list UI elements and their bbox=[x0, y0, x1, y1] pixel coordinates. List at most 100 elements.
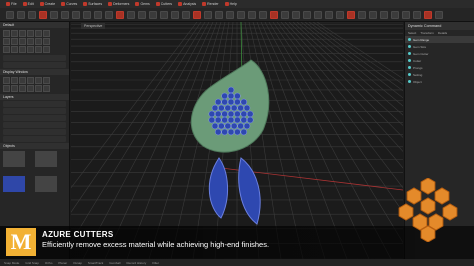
toolbar-button[interactable] bbox=[314, 10, 322, 19]
toolbar-button[interactable] bbox=[50, 10, 58, 19]
object-list-item[interactable]: Gem Cutter bbox=[405, 50, 474, 57]
round-gem[interactable] bbox=[227, 116, 235, 124]
round-gem[interactable] bbox=[230, 104, 238, 112]
toolbar-button[interactable] bbox=[94, 10, 102, 19]
round-gem[interactable] bbox=[240, 110, 248, 118]
round-gem[interactable] bbox=[227, 128, 235, 136]
round-gem[interactable] bbox=[221, 98, 228, 106]
toolbar-button[interactable] bbox=[391, 10, 399, 19]
round-gem[interactable] bbox=[246, 110, 254, 118]
menu-item[interactable]: Edit bbox=[21, 2, 36, 6]
toolbar-button[interactable] bbox=[336, 10, 344, 19]
toolbar-button[interactable] bbox=[72, 10, 80, 19]
object-list-item[interactable]: Setting bbox=[405, 71, 474, 78]
toolbar-button[interactable] bbox=[28, 10, 36, 19]
toolbar-button[interactable] bbox=[138, 10, 146, 19]
menu-item[interactable]: Deformers bbox=[106, 2, 131, 6]
round-gem[interactable] bbox=[218, 104, 225, 112]
round-gem[interactable] bbox=[221, 110, 228, 118]
menu-item[interactable]: Help bbox=[223, 2, 239, 6]
round-gem[interactable] bbox=[221, 116, 228, 124]
status-toggle[interactable]: Snap Mode bbox=[4, 261, 19, 265]
toolbar-button[interactable] bbox=[204, 10, 212, 19]
tab[interactable]: Transform bbox=[420, 31, 434, 35]
layer-row[interactable] bbox=[3, 101, 66, 107]
toolbar-button[interactable] bbox=[61, 10, 69, 19]
round-gem[interactable] bbox=[234, 128, 241, 136]
round-gem[interactable] bbox=[218, 122, 225, 130]
object-list-item[interactable]: Cutter bbox=[405, 57, 474, 64]
toolbar-button[interactable] bbox=[259, 10, 267, 19]
status-toggle[interactable]: Gumball bbox=[109, 261, 120, 265]
toolbar-button[interactable] bbox=[171, 10, 179, 19]
menu-item[interactable]: Render bbox=[200, 2, 220, 6]
round-gem[interactable] bbox=[224, 104, 232, 112]
round-gem[interactable] bbox=[243, 122, 251, 130]
toolbar-button[interactable] bbox=[215, 10, 223, 19]
round-gem[interactable] bbox=[214, 110, 222, 118]
round-gem[interactable] bbox=[214, 116, 222, 124]
toolbar-button[interactable] bbox=[281, 10, 289, 19]
object-thumbnail[interactable] bbox=[35, 176, 58, 192]
menu-item[interactable]: Cutters bbox=[154, 2, 174, 6]
tool-button[interactable] bbox=[3, 38, 10, 45]
status-toggle[interactable]: Record History bbox=[126, 261, 146, 265]
object-thumbnail[interactable] bbox=[3, 176, 25, 192]
tool-button[interactable] bbox=[3, 30, 10, 37]
round-gem[interactable] bbox=[227, 98, 235, 106]
object-list-item[interactable]: Prongs bbox=[405, 64, 474, 71]
round-gem[interactable] bbox=[227, 110, 235, 118]
toolbar-button[interactable] bbox=[193, 10, 201, 19]
toolbar-button[interactable] bbox=[435, 10, 443, 19]
visibility-icon[interactable] bbox=[408, 66, 411, 69]
object-list-item[interactable]: Object bbox=[405, 78, 474, 85]
toolbar-button[interactable] bbox=[325, 10, 333, 19]
tool-button[interactable] bbox=[35, 85, 42, 92]
toolbar-button[interactable] bbox=[380, 10, 388, 19]
toolbar-button[interactable] bbox=[127, 10, 135, 19]
toolbar-button[interactable] bbox=[303, 10, 311, 19]
tool-button[interactable] bbox=[19, 38, 26, 45]
round-gem[interactable] bbox=[237, 122, 244, 130]
menu-item[interactable]: Surfaces bbox=[81, 2, 104, 6]
toolbar-button[interactable] bbox=[149, 10, 157, 19]
visibility-icon[interactable] bbox=[408, 73, 411, 76]
3d-viewport[interactable]: Perspective bbox=[71, 22, 403, 259]
tool-button[interactable] bbox=[19, 77, 26, 84]
toolbar-button[interactable] bbox=[39, 10, 47, 19]
tool-button[interactable] bbox=[27, 38, 34, 45]
toolbar-button[interactable] bbox=[292, 10, 300, 19]
round-gem[interactable] bbox=[221, 92, 228, 100]
visibility-icon[interactable] bbox=[408, 45, 411, 48]
toolbar-button[interactable] bbox=[248, 10, 256, 19]
round-gem[interactable] bbox=[234, 92, 241, 100]
tool-button[interactable] bbox=[43, 30, 50, 37]
tool-button[interactable] bbox=[11, 85, 18, 92]
round-gem[interactable] bbox=[224, 122, 232, 130]
tool-button[interactable] bbox=[3, 85, 10, 92]
menu-item[interactable]: Analysis bbox=[176, 2, 198, 6]
status-toggle[interactable]: Ortho bbox=[45, 261, 53, 265]
visibility-icon[interactable] bbox=[408, 38, 411, 41]
object-thumbnail[interactable] bbox=[3, 151, 25, 167]
tool-button[interactable] bbox=[3, 77, 10, 84]
status-toggle[interactable]: Grid Snap bbox=[25, 261, 39, 265]
tab[interactable]: Details bbox=[438, 31, 447, 35]
status-toggle[interactable]: Filter bbox=[152, 261, 159, 265]
tool-button[interactable] bbox=[35, 38, 42, 45]
menu-item[interactable]: Curves bbox=[59, 2, 79, 6]
round-gem[interactable] bbox=[211, 122, 219, 130]
toolbar-button[interactable] bbox=[358, 10, 366, 19]
round-gem[interactable] bbox=[240, 98, 248, 106]
tab[interactable]: Select bbox=[408, 31, 416, 35]
tool-button[interactable] bbox=[43, 85, 50, 92]
round-gem[interactable] bbox=[246, 116, 254, 124]
option-row[interactable] bbox=[3, 55, 66, 61]
tool-button[interactable] bbox=[11, 46, 18, 53]
round-gem[interactable] bbox=[208, 110, 216, 118]
tool-button[interactable] bbox=[27, 46, 34, 53]
toolbar-button[interactable] bbox=[237, 10, 245, 19]
round-gem[interactable] bbox=[214, 98, 222, 106]
visibility-icon[interactable] bbox=[408, 80, 411, 83]
menu-item[interactable]: Gems bbox=[133, 2, 151, 6]
